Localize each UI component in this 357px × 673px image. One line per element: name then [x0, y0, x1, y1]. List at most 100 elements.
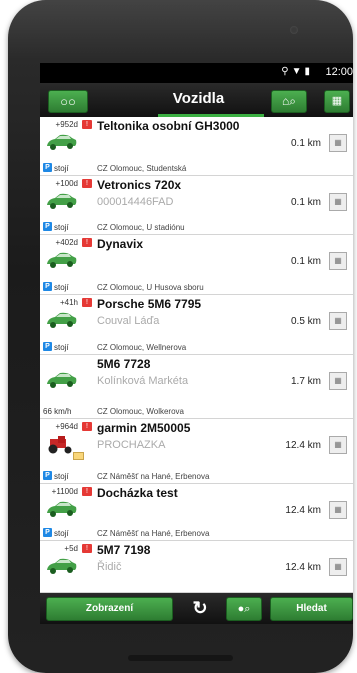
- address-label: CZ Náměšť na Hané, Erbenova: [97, 529, 210, 538]
- vehicle-row[interactable]: +402d! Dynavix 0.1 km ▦ Pstojí CZ Olomouc, U …: [40, 235, 353, 295]
- search-button[interactable]: Hledat: [270, 597, 353, 621]
- map-icon[interactable]: ▦: [329, 372, 347, 390]
- refresh-icon[interactable]: ↻: [190, 597, 210, 619]
- age-badge: +41h: [59, 298, 78, 307]
- camera-icon: [290, 26, 298, 34]
- car-icon: [47, 558, 77, 574]
- parking-icon: P: [43, 342, 52, 351]
- vehicle-name: garmin 2M50005: [97, 421, 191, 435]
- vehicle-subtitle: Kolínková Markéta: [97, 375, 189, 387]
- warning-icon: !: [82, 298, 92, 307]
- home-search-icon: ⌂⌕: [282, 94, 296, 108]
- home-search-button[interactable]: ⌂⌕: [271, 90, 307, 113]
- vehicle-name: 5M7 7198: [97, 543, 151, 557]
- age-badge: +100d: [55, 179, 78, 188]
- age-badge: +402d: [55, 238, 78, 247]
- map-icon[interactable]: ▦: [329, 312, 347, 330]
- parking-icon: P: [43, 222, 52, 231]
- car-icon: [47, 372, 77, 388]
- speed-label: 66 km/h: [43, 407, 72, 416]
- car-search-icon: ●⌕: [237, 603, 251, 615]
- car-icon: [47, 193, 77, 209]
- vehicle-row[interactable]: 5M6 7728 Kolínková Markéta 1.7 km ▦ 66 km/h C…: [40, 355, 353, 419]
- vehicle-row[interactable]: +964d! garmin 2M50005 PROCHAZKA 12.4 km ▦ Pst…: [40, 419, 353, 484]
- map-icon[interactable]: ▦: [329, 134, 347, 152]
- car-icon: [47, 252, 77, 268]
- age-badge: +964d: [55, 422, 78, 431]
- address-label: CZ Olomouc, Wellnerova: [97, 343, 187, 352]
- car-search-button[interactable]: ●⌕: [226, 597, 262, 621]
- distance-label: 12.4 km: [285, 505, 321, 516]
- screen: ⚲▼▮ 12:00 ○○ Vozidla ⌂⌕ ▦ +952d! Teltonik…: [40, 63, 353, 624]
- distance-label: 12.4 km: [285, 562, 321, 573]
- status-time: 12:00: [325, 66, 353, 78]
- warning-icon: !: [82, 422, 92, 431]
- vehicle-list: +952d! Teltonika osobní GH3000 0.1 km ▦ Psto…: [40, 117, 353, 593]
- parking-icon: P: [43, 163, 52, 172]
- vehicle-subtitle: PROCHAZKA: [97, 439, 166, 451]
- address-label: CZ Olomouc, U stadiónu: [97, 223, 185, 232]
- address-label: CZ Olomouc, Studentská: [97, 164, 187, 173]
- age-badge: +1100d: [51, 487, 78, 496]
- vehicle-row[interactable]: +100d! Vetronics 720x 000014446FAD 0.1 km ▦ P…: [40, 176, 353, 235]
- vehicle-row[interactable]: +952d! Teltonika osobní GH3000 0.1 km ▦ Psto…: [40, 117, 353, 176]
- state-label: stojí: [54, 343, 69, 352]
- state-label: stojí: [54, 283, 69, 292]
- map-icon[interactable]: ▦: [329, 558, 347, 576]
- wifi-icon: ▼: [291, 66, 305, 77]
- address-label: CZ Olomouc, Wolkerova: [97, 407, 184, 416]
- map-icon[interactable]: ▦: [329, 501, 347, 519]
- state-label: stojí: [54, 472, 69, 481]
- map-icon: ▦: [331, 95, 343, 107]
- parking-icon: P: [43, 528, 52, 537]
- parking-icon: P: [43, 282, 52, 291]
- state-label: stojí: [54, 164, 69, 173]
- distance-label: 1.7 km: [290, 376, 321, 387]
- warning-icon: !: [82, 487, 92, 496]
- map-icon[interactable]: ▦: [329, 252, 347, 270]
- bottom-bar: Zobrazení ↻ ●⌕ Hledat: [40, 593, 353, 624]
- vehicle-row[interactable]: +5d! 5M7 7198 Řidič 12.4 km ▦: [40, 541, 353, 593]
- age-badge: +5d: [64, 544, 78, 553]
- car-icon: [47, 501, 77, 517]
- warning-icon: !: [82, 179, 92, 188]
- age-badge: +952d: [55, 120, 78, 129]
- warning-icon: !: [82, 120, 92, 129]
- app-bar: ○○ Vozidla ⌂⌕ ▦: [40, 83, 353, 117]
- distance-label: 0.1 km: [290, 138, 321, 149]
- vehicle-row[interactable]: +41h! Porsche 5M6 7795 Couval Láďa 0.5 km ▦ P…: [40, 295, 353, 355]
- warning-icon: !: [82, 238, 92, 247]
- distance-label: 0.1 km: [290, 256, 321, 267]
- address-label: CZ Olomouc, U Husova sboru: [97, 283, 204, 292]
- speaker-grille: [128, 655, 233, 661]
- view-button[interactable]: Zobrazení: [46, 597, 173, 621]
- address-label: CZ Náměšť na Hané, Erbenova: [97, 472, 210, 481]
- vehicle-row[interactable]: +1100d! Docházka test 12.4 km ▦ Pstojí CZ Nám…: [40, 484, 353, 541]
- vehicle-subtitle: 000014446FAD: [97, 196, 174, 208]
- map-icon[interactable]: ▦: [329, 193, 347, 211]
- vehicle-name: Vetronics 720x: [97, 178, 182, 192]
- distance-label: 12.4 km: [285, 440, 321, 451]
- vehicle-subtitle: Couval Láďa: [97, 315, 160, 327]
- status-icons: ⚲▼▮: [281, 66, 313, 77]
- vehicle-name: Dynavix: [97, 237, 144, 251]
- phone-sheen: [8, 0, 353, 60]
- state-label: stojí: [54, 223, 69, 232]
- message-icon: [73, 452, 84, 460]
- vehicle-subtitle: Řidič: [97, 561, 122, 573]
- warning-icon: !: [82, 544, 92, 553]
- phone-frame: ⚲▼▮ 12:00 ○○ Vozidla ⌂⌕ ▦ +952d! Teltonik…: [8, 0, 353, 673]
- car-icon: [47, 134, 77, 150]
- vehicle-name: Docházka test: [97, 486, 178, 500]
- vehicle-name: Teltonika osobní GH3000: [97, 119, 240, 133]
- parking-icon: P: [43, 471, 52, 480]
- status-bar: ⚲▼▮ 12:00: [40, 63, 353, 83]
- car-icon: [47, 312, 77, 328]
- state-label: stojí: [54, 529, 69, 538]
- map-button[interactable]: ▦: [324, 90, 350, 113]
- location-icon: ⚲: [281, 66, 292, 77]
- vehicle-name: 5M6 7728: [97, 357, 151, 371]
- distance-label: 0.1 km: [290, 197, 321, 208]
- map-icon[interactable]: ▦: [329, 436, 347, 454]
- battery-icon: ▮: [304, 66, 313, 77]
